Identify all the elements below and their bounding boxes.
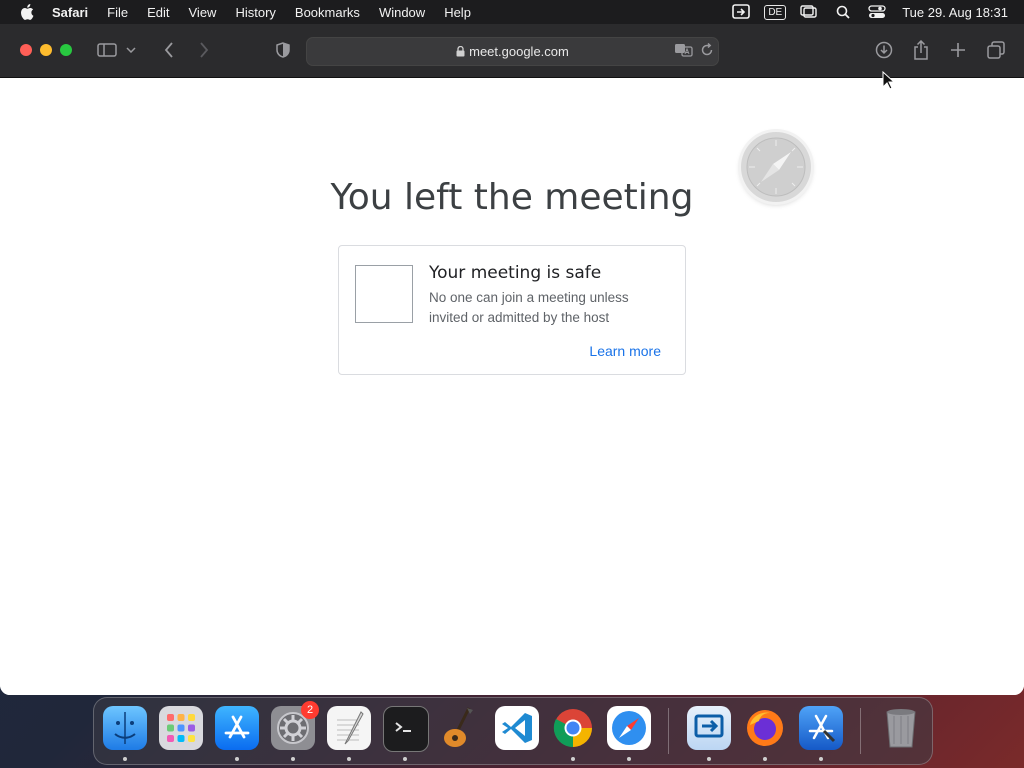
fullscreen-window-button[interactable] <box>60 44 72 56</box>
remote-desktop-icon[interactable] <box>687 706 731 750</box>
app-store-running-indicator <box>235 757 239 761</box>
address-bar[interactable]: meet.google.com <box>306 37 719 66</box>
chrome-icon[interactable] <box>551 706 595 750</box>
menu-window[interactable]: Window <box>379 5 425 20</box>
privacy-shield-icon[interactable] <box>271 38 295 62</box>
back-arrow-icon[interactable] <box>157 38 181 62</box>
system-settings-icon[interactable]: 2 <box>271 701 319 750</box>
notification-badge: 2 <box>301 701 319 719</box>
minimize-window-button[interactable] <box>40 44 52 56</box>
meeting-safety-card: Your meeting is safe No one can join a m… <box>338 245 686 375</box>
safari-running-indicator <box>627 757 631 761</box>
launchpad-icon[interactable] <box>159 706 203 750</box>
control-center-icon[interactable] <box>866 3 888 21</box>
firefox-icon[interactable] <box>743 706 787 750</box>
app-store-icon[interactable] <box>215 706 259 750</box>
card-description: No one can join a meeting unless invited… <box>429 290 629 325</box>
terminal-icon[interactable] <box>383 706 429 752</box>
browser-toolbar: meet.google.com <box>0 24 1024 78</box>
textedit-icon[interactable] <box>327 706 371 750</box>
translate-icon[interactable] <box>674 42 694 63</box>
dock-separator-trash <box>860 708 861 754</box>
spotlight-search-icon[interactable] <box>832 3 854 21</box>
menu-bar: Safari File Edit View History Bookmarks … <box>0 0 1024 24</box>
tab-overview-icon[interactable] <box>984 38 1008 62</box>
shield-image-placeholder <box>355 265 413 323</box>
menu-bar-clock[interactable]: Tue 29. Aug 18:31 <box>902 5 1008 20</box>
url-text: meet.google.com <box>469 44 569 59</box>
finder-running-indicator <box>123 757 127 761</box>
mouse-cursor-icon <box>882 70 896 91</box>
finder-icon[interactable] <box>103 706 147 750</box>
reload-icon[interactable] <box>700 42 714 62</box>
trash-icon[interactable] <box>879 706 923 750</box>
firefox-running-indicator <box>763 757 767 761</box>
vscode-icon[interactable] <box>495 706 539 750</box>
share-icon[interactable] <box>909 38 933 62</box>
dock-separator <box>668 708 669 754</box>
menu-edit[interactable]: Edit <box>147 5 169 20</box>
safari-compass-icon <box>741 132 811 202</box>
textedit-running-indicator <box>347 757 351 761</box>
input-language-badge[interactable]: DE <box>764 4 787 20</box>
garageband-icon[interactable] <box>439 706 483 750</box>
menu-help[interactable]: Help <box>444 5 471 20</box>
safari-icon[interactable] <box>607 706 651 750</box>
chevron-down-icon[interactable] <box>124 38 138 62</box>
learn-more-link[interactable]: Learn more <box>589 343 661 359</box>
menu-view[interactable]: View <box>189 5 217 20</box>
terminal-running-indicator <box>403 757 407 761</box>
forward-arrow-icon[interactable] <box>192 38 216 62</box>
xcode-icon[interactable] <box>799 706 843 750</box>
remote-desktop-running-indicator <box>707 757 711 761</box>
menu-safari[interactable]: Safari <box>52 5 88 20</box>
safari-window: meet.google.com You left the meeting You… <box>0 24 1024 695</box>
page-title: You left the meeting <box>330 177 694 218</box>
menu-bookmarks[interactable]: Bookmarks <box>295 5 360 20</box>
new-tab-icon[interactable] <box>946 38 970 62</box>
menu-history[interactable]: History <box>235 5 275 20</box>
system-settings-running-indicator <box>291 757 295 761</box>
card-title: Your meeting is safe <box>429 263 602 283</box>
xcode-running-indicator <box>819 757 823 761</box>
close-window-button[interactable] <box>20 44 32 56</box>
downloads-icon[interactable] <box>872 38 896 62</box>
dock: 2 <box>93 697 933 765</box>
page-content: You left the meeting Your meeting is saf… <box>0 78 1024 695</box>
stage-manager-icon[interactable] <box>798 3 820 21</box>
chrome-running-indicator <box>571 757 575 761</box>
menu-file[interactable]: File <box>107 5 128 20</box>
sidebar-toggle-icon[interactable] <box>95 38 119 62</box>
apple-menu-icon[interactable] <box>18 3 36 21</box>
screen-share-icon[interactable] <box>730 3 752 21</box>
lock-icon <box>456 45 465 60</box>
